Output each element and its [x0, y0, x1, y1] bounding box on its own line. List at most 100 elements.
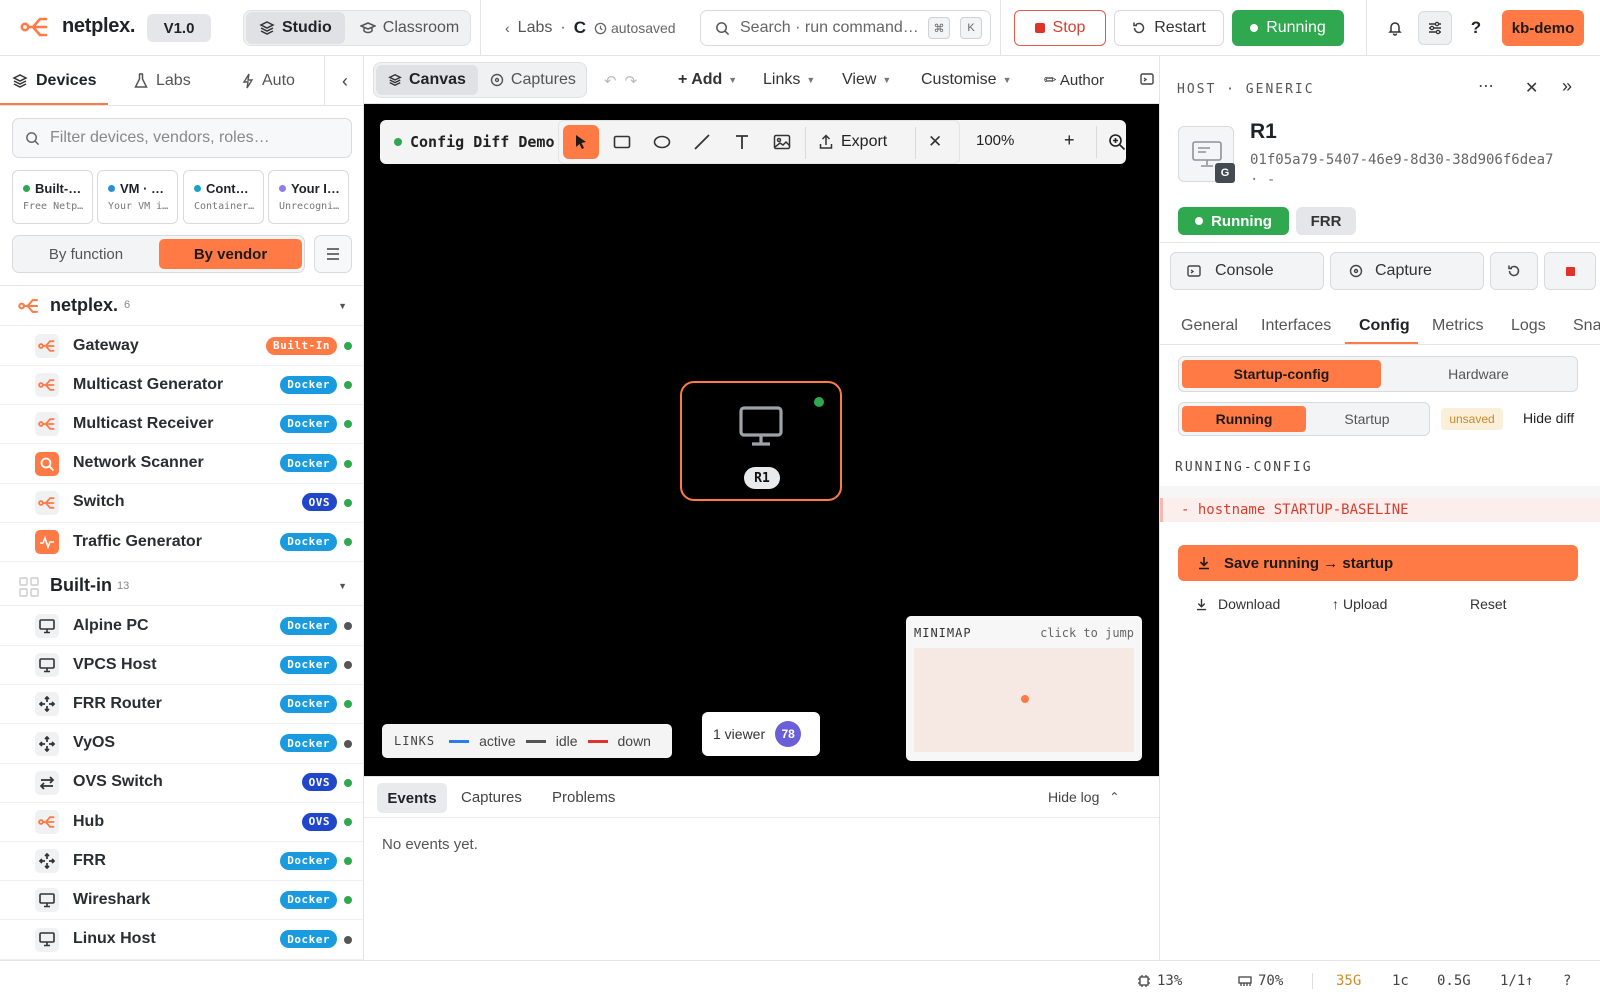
zoom-fit-icon[interactable]	[1108, 133, 1126, 151]
version-badge[interactable]: V1.0	[147, 14, 211, 42]
device-filter-input[interactable]: Filter devices, vendors, roles…	[12, 118, 352, 158]
bell-icon[interactable]	[1381, 14, 1409, 42]
device-row-switch[interactable]: Switch OVS	[0, 483, 363, 523]
text-tool-icon[interactable]	[734, 133, 750, 151]
menu-links[interactable]: Links ▼	[763, 56, 815, 104]
group-by-function[interactable]: By function	[15, 238, 157, 270]
viewer-count[interactable]: 1 viewer 78	[702, 712, 820, 756]
image-tool-icon[interactable]	[773, 133, 791, 151]
terminal-icon[interactable]	[1140, 72, 1156, 88]
download-config-button[interactable]: Download	[1196, 596, 1280, 612]
panel-tab-snap[interactable]: Snap	[1573, 304, 1600, 348]
upload-config-button[interactable]: ↑ Upload	[1332, 596, 1387, 612]
topology-canvas[interactable]: Config Diff Demo 100% + Export ✕ R1 LINK…	[364, 104, 1159, 776]
line-tool-icon[interactable]	[693, 133, 711, 151]
device-row-alpine-pc[interactable]: Alpine PC Docker	[0, 606, 363, 646]
log-tab-captures[interactable]: Captures	[461, 789, 522, 806]
reset-config-button[interactable]: Reset	[1470, 596, 1507, 612]
zoom-in-icon[interactable]: +	[1064, 130, 1075, 151]
menu-view[interactable]: View ▼	[842, 56, 891, 104]
device-row-gateway[interactable]: Gateway Built-In	[0, 326, 363, 366]
export-button[interactable]: Export	[819, 133, 887, 151]
restart-node-icon[interactable]	[1490, 252, 1538, 290]
collapse-sidebar-icon[interactable]: ‹	[334, 70, 356, 92]
compare-startup[interactable]: Startup	[1307, 406, 1427, 432]
tab-labs[interactable]: Labs	[134, 56, 191, 106]
app-name[interactable]: netplex.	[62, 15, 135, 38]
hide-log-button[interactable]: Hide log ⌃	[1048, 789, 1119, 805]
mode-classroom[interactable]: Classroom	[347, 12, 472, 44]
log-tab-events[interactable]: Events	[377, 783, 447, 813]
stop-button[interactable]: Stop	[1014, 10, 1106, 46]
group-header-netplex[interactable]: netplex. 6 ▼	[0, 286, 363, 326]
log-tab-problems[interactable]: Problems	[552, 789, 615, 806]
expand-panel-icon[interactable]: »	[1562, 76, 1572, 97]
tab-canvas[interactable]: Canvas	[376, 65, 478, 95]
minimap-viewport[interactable]	[914, 648, 1134, 752]
redo-icon[interactable]: ↷	[625, 72, 638, 90]
close-toolbar-icon[interactable]: ✕	[928, 132, 942, 152]
user-menu[interactable]: kb-demo	[1502, 10, 1584, 46]
hide-diff-button[interactable]: Hide diff	[1523, 410, 1574, 426]
device-name[interactable]: R1	[1250, 120, 1277, 144]
breadcrumb-current[interactable]: C	[574, 18, 586, 38]
restart-button[interactable]: Restart	[1114, 10, 1224, 46]
panel-tab-metrics[interactable]: Metrics	[1432, 304, 1484, 348]
compare-running[interactable]: Running	[1182, 406, 1306, 432]
rectangle-tool-icon[interactable]	[613, 134, 631, 150]
close-panel-icon[interactable]: ✕	[1525, 78, 1538, 98]
breadcrumb-labs[interactable]: Labs	[518, 19, 553, 37]
device-row-multicast-receiver[interactable]: Multicast Receiver Docker	[0, 404, 363, 445]
device-uuid[interactable]: 01f05a79-5407-46e9-8d30-38d906f6dea7	[1250, 152, 1553, 168]
config-kind-hardware[interactable]: Hardware	[1381, 360, 1576, 388]
device-row-traffic-generator[interactable]: Traffic Generator Docker	[0, 522, 363, 562]
tab-captures[interactable]: Captures	[480, 65, 586, 95]
device-row-network-scanner[interactable]: Network Scanner Docker	[0, 444, 363, 484]
status-help-icon[interactable]: ?	[1563, 961, 1571, 1001]
stop-node-icon[interactable]	[1544, 252, 1596, 290]
panel-tab-general[interactable]: General	[1181, 304, 1238, 348]
minimap[interactable]: MINIMAP click to jump	[906, 616, 1142, 761]
zoom-level[interactable]: 100%	[976, 132, 1014, 149]
more-icon[interactable]: ⋯	[1478, 76, 1494, 96]
capture-button[interactable]: Capture	[1330, 252, 1484, 290]
source-chip-container[interactable]: Cont… Container…	[183, 170, 264, 224]
menu-add[interactable]: + Add ▼	[678, 56, 737, 104]
source-chip-vm[interactable]: VM · … Your VM i…	[97, 170, 178, 224]
running-status-button[interactable]: Running	[1232, 10, 1344, 46]
config-kind-startup[interactable]: Startup-config	[1182, 360, 1381, 388]
device-row-wireshark[interactable]: Wireshark Docker	[0, 880, 363, 921]
panel-tab-logs[interactable]: Logs	[1511, 304, 1546, 348]
lab-name[interactable]: Config Diff Demo	[410, 133, 555, 151]
tab-devices[interactable]: Devices	[12, 56, 108, 106]
console-button[interactable]: Console	[1170, 252, 1324, 290]
panel-tab-interfaces[interactable]: Interfaces	[1261, 304, 1331, 348]
help-icon[interactable]: ?	[1466, 14, 1486, 42]
device-row-vpcs-host[interactable]: VPCS Host Docker	[0, 645, 363, 686]
source-chip-builtin[interactable]: Built-… Free Netp…	[12, 170, 93, 224]
mode-studio[interactable]: Studio	[246, 12, 345, 44]
device-row-frr[interactable]: FRR Docker	[0, 841, 363, 882]
device-row-ovs-switch[interactable]: OVS Switch OVS	[0, 763, 363, 803]
group-by-vendor[interactable]: By vendor	[159, 239, 302, 269]
tab-auto[interactable]: Auto	[242, 56, 295, 106]
device-row-frr-router[interactable]: FRR Router Docker	[0, 684, 363, 725]
pointer-tool-icon[interactable]	[563, 125, 599, 159]
device-row-linux-host[interactable]: Linux Host Docker	[0, 920, 363, 960]
author-button[interactable]: ✏ Author	[1044, 56, 1104, 104]
settings-sliders-icon[interactable]	[1418, 11, 1452, 45]
list-view-icon[interactable]	[314, 235, 352, 273]
undo-icon[interactable]: ↶	[604, 72, 617, 90]
group-header-builtin[interactable]: Built-in 13 ▼	[0, 566, 363, 606]
device-row-vyos[interactable]: VyOS Docker	[0, 724, 363, 764]
search-input[interactable]: Search · run command…	[740, 19, 918, 37]
chevron-left-icon[interactable]: ‹	[505, 20, 510, 36]
menu-customise[interactable]: Customise ▼	[921, 56, 1012, 104]
command-search[interactable]: Search · run command… ⌘ K	[700, 10, 991, 46]
device-row-multicast-generator[interactable]: Multicast Generator Docker	[0, 365, 363, 406]
device-row-hub[interactable]: Hub OVS	[0, 802, 363, 842]
save-running-button[interactable]: Save running → startup	[1178, 545, 1578, 581]
node-r1[interactable]: R1	[680, 381, 842, 501]
ellipse-tool-icon[interactable]	[653, 134, 671, 150]
source-chip-yours[interactable]: Your I… Unrecogni…	[268, 170, 349, 224]
